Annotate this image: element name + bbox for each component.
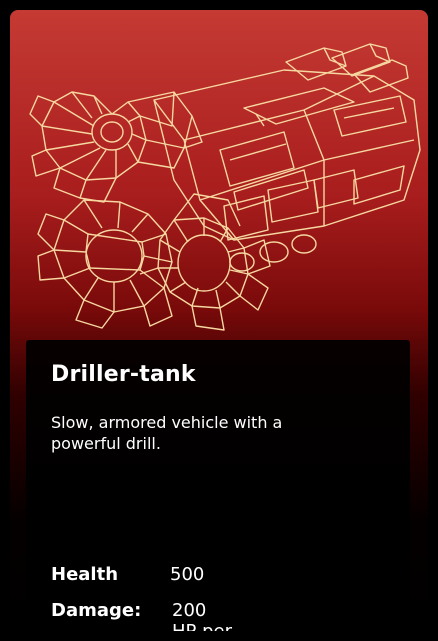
unit-description: Slow, armored vehicle with a powerful dr…: [51, 413, 283, 453]
stat-damage-row: Damage: 200 HP per second: [51, 600, 232, 631]
stat-health-value: 500: [170, 564, 205, 585]
unit-card-inner: Driller-tank Slow, armored vehicle with …: [10, 10, 428, 631]
stat-damage-value: 200 HP per second: [172, 600, 232, 631]
stat-health-label: Health: [51, 564, 119, 585]
stat-health-row: Health 500: [51, 564, 204, 585]
driller-tank-wireframe-icon: [29, 43, 421, 331]
unit-card: Driller-tank Slow, armored vehicle with …: [0, 0, 438, 641]
unit-name: Driller-tank: [51, 362, 196, 387]
stat-damage-label: Damage:: [51, 600, 142, 621]
unit-info-panel: Driller-tank Slow, armored vehicle with …: [26, 340, 410, 631]
